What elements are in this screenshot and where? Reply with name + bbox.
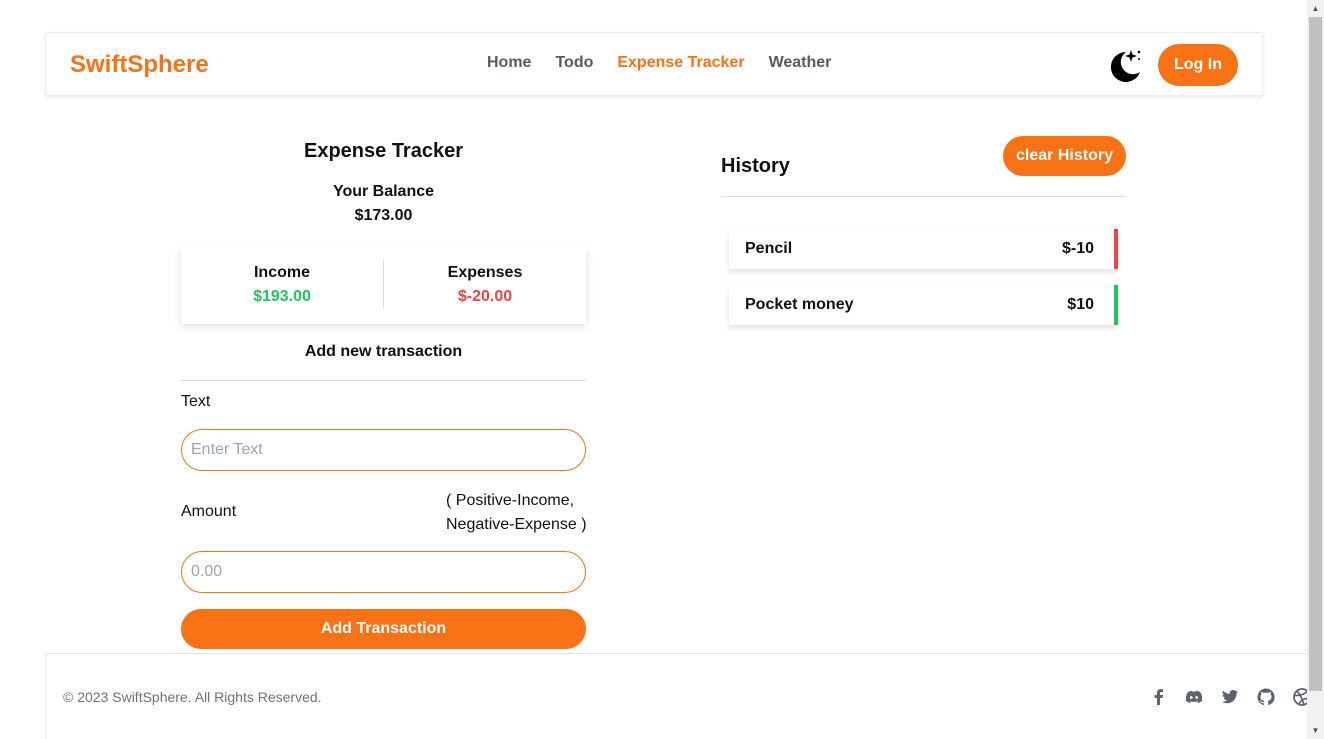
balance-label: Your Balance: [332, 183, 435, 200]
tracker-title: Expense Tracker: [304, 140, 463, 162]
clear-history-button[interactable]: clear History: [1003, 136, 1126, 176]
history-item[interactable]: Pocket money $10: [729, 285, 1118, 325]
nav-link-weather[interactable]: Weather: [769, 54, 832, 72]
expenses-label: Expenses: [447, 264, 523, 281]
history-title: History: [721, 155, 790, 177]
scrollbar-thumb[interactable]: [1309, 17, 1322, 691]
github-icon[interactable]: [1256, 687, 1276, 707]
facebook-icon[interactable]: [1149, 687, 1169, 707]
discord-icon[interactable]: [1184, 687, 1204, 707]
income-expense-card: Income $193.00 Expenses $-20.00: [181, 247, 586, 324]
history-item-amount: $10: [1067, 296, 1094, 313]
theme-toggle-button[interactable]: [1104, 45, 1144, 85]
amount-hint-line: ( Positive-Income,: [446, 492, 575, 509]
vertical-scrollbar[interactable]: ▲ ▼: [1307, 0, 1324, 739]
login-button[interactable]: Log In: [1158, 44, 1238, 86]
divider: [721, 196, 1126, 197]
balance-value: $173.00: [354, 207, 413, 224]
history-item-text: Pencil: [745, 240, 793, 257]
nav-link-home[interactable]: Home: [487, 54, 531, 72]
history-item[interactable]: Pencil $-10: [729, 229, 1118, 269]
income-label: Income: [253, 264, 310, 281]
scroll-down-arrow-icon[interactable]: ▼: [1307, 722, 1324, 739]
history-item-text: Pocket money: [745, 296, 854, 313]
add-transaction-button[interactable]: Add Transaction: [181, 609, 586, 649]
moon-stars-icon: [1110, 50, 1141, 82]
amount-field-label: Amount: [181, 503, 237, 520]
nav-link-expense-tracker[interactable]: Expense Tracker: [617, 54, 744, 72]
scroll-up-arrow-icon[interactable]: ▲: [1307, 0, 1324, 17]
nav-links: Home Todo Expense Tracker Weather: [487, 54, 831, 72]
footer: © 2023 SwiftSphere. All Rights Reserved.: [45, 653, 1311, 739]
amount-input[interactable]: [181, 551, 586, 593]
amount-hint: ( Positive-Income, Negative-Expense ): [446, 489, 587, 537]
nav-link-todo[interactable]: Todo: [555, 54, 593, 72]
history-item-amount: $-10: [1061, 240, 1094, 257]
divider: [181, 380, 586, 381]
expense-summary: Expenses $-20.00: [384, 264, 586, 306]
navbar: SwiftSphere Home Todo Expense Tracker We…: [45, 32, 1263, 96]
expenses-value: $-20.00: [457, 288, 513, 305]
text-input[interactable]: [181, 429, 586, 471]
amount-hint-line: Negative-Expense ): [446, 516, 587, 533]
add-transaction-heading: Add new transaction: [304, 343, 463, 360]
income-summary: Income $193.00: [181, 264, 383, 306]
page: SwiftSphere Home Todo Expense Tracker We…: [0, 0, 1324, 739]
twitter-icon[interactable]: [1220, 687, 1240, 707]
brand-logo[interactable]: SwiftSphere: [70, 51, 209, 79]
text-field-label: Text: [181, 393, 211, 410]
copyright-text: © 2023 SwiftSphere. All Rights Reserved.: [63, 689, 322, 705]
income-value: $193.00: [253, 288, 311, 305]
